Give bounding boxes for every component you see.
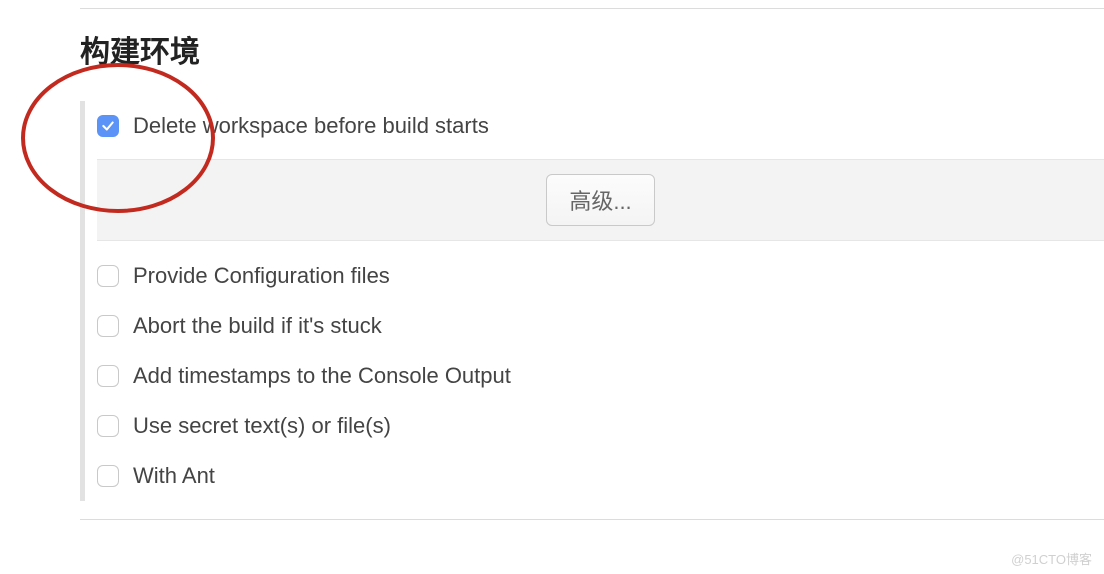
checkbox-provide-config[interactable] xyxy=(97,265,119,287)
option-label: With Ant xyxy=(133,463,215,489)
option-label: Add timestamps to the Console Output xyxy=(133,363,511,389)
top-divider xyxy=(80,8,1104,9)
option-label: Provide Configuration files xyxy=(133,263,390,289)
checkbox-delete-workspace[interactable] xyxy=(97,115,119,137)
option-label: Delete workspace before build starts xyxy=(133,113,489,139)
section-title: 构建环境 xyxy=(80,27,1104,71)
checkbox-abort-stuck[interactable] xyxy=(97,315,119,337)
option-row-timestamps[interactable]: Add timestamps to the Console Output xyxy=(97,351,1104,401)
option-row-with-ant[interactable]: With Ant xyxy=(97,451,1104,501)
bottom-divider xyxy=(80,519,1104,520)
checkbox-timestamps[interactable] xyxy=(97,365,119,387)
checkbox-secret[interactable] xyxy=(97,415,119,437)
option-label: Abort the build if it's stuck xyxy=(133,313,382,339)
watermark: @51CTO博客 xyxy=(1011,549,1092,568)
advanced-bar: 高级... xyxy=(97,159,1104,241)
option-row-provide-config[interactable]: Provide Configuration files xyxy=(97,251,1104,301)
advanced-button[interactable]: 高级... xyxy=(546,174,654,226)
options-block: Delete workspace before build starts 高级.… xyxy=(80,101,1104,501)
option-row-delete-workspace[interactable]: Delete workspace before build starts xyxy=(97,101,1104,151)
checkbox-with-ant[interactable] xyxy=(97,465,119,487)
option-label: Use secret text(s) or file(s) xyxy=(133,413,391,439)
check-icon xyxy=(101,119,115,133)
option-row-secret[interactable]: Use secret text(s) or file(s) xyxy=(97,401,1104,451)
option-row-abort-stuck[interactable]: Abort the build if it's stuck xyxy=(97,301,1104,351)
